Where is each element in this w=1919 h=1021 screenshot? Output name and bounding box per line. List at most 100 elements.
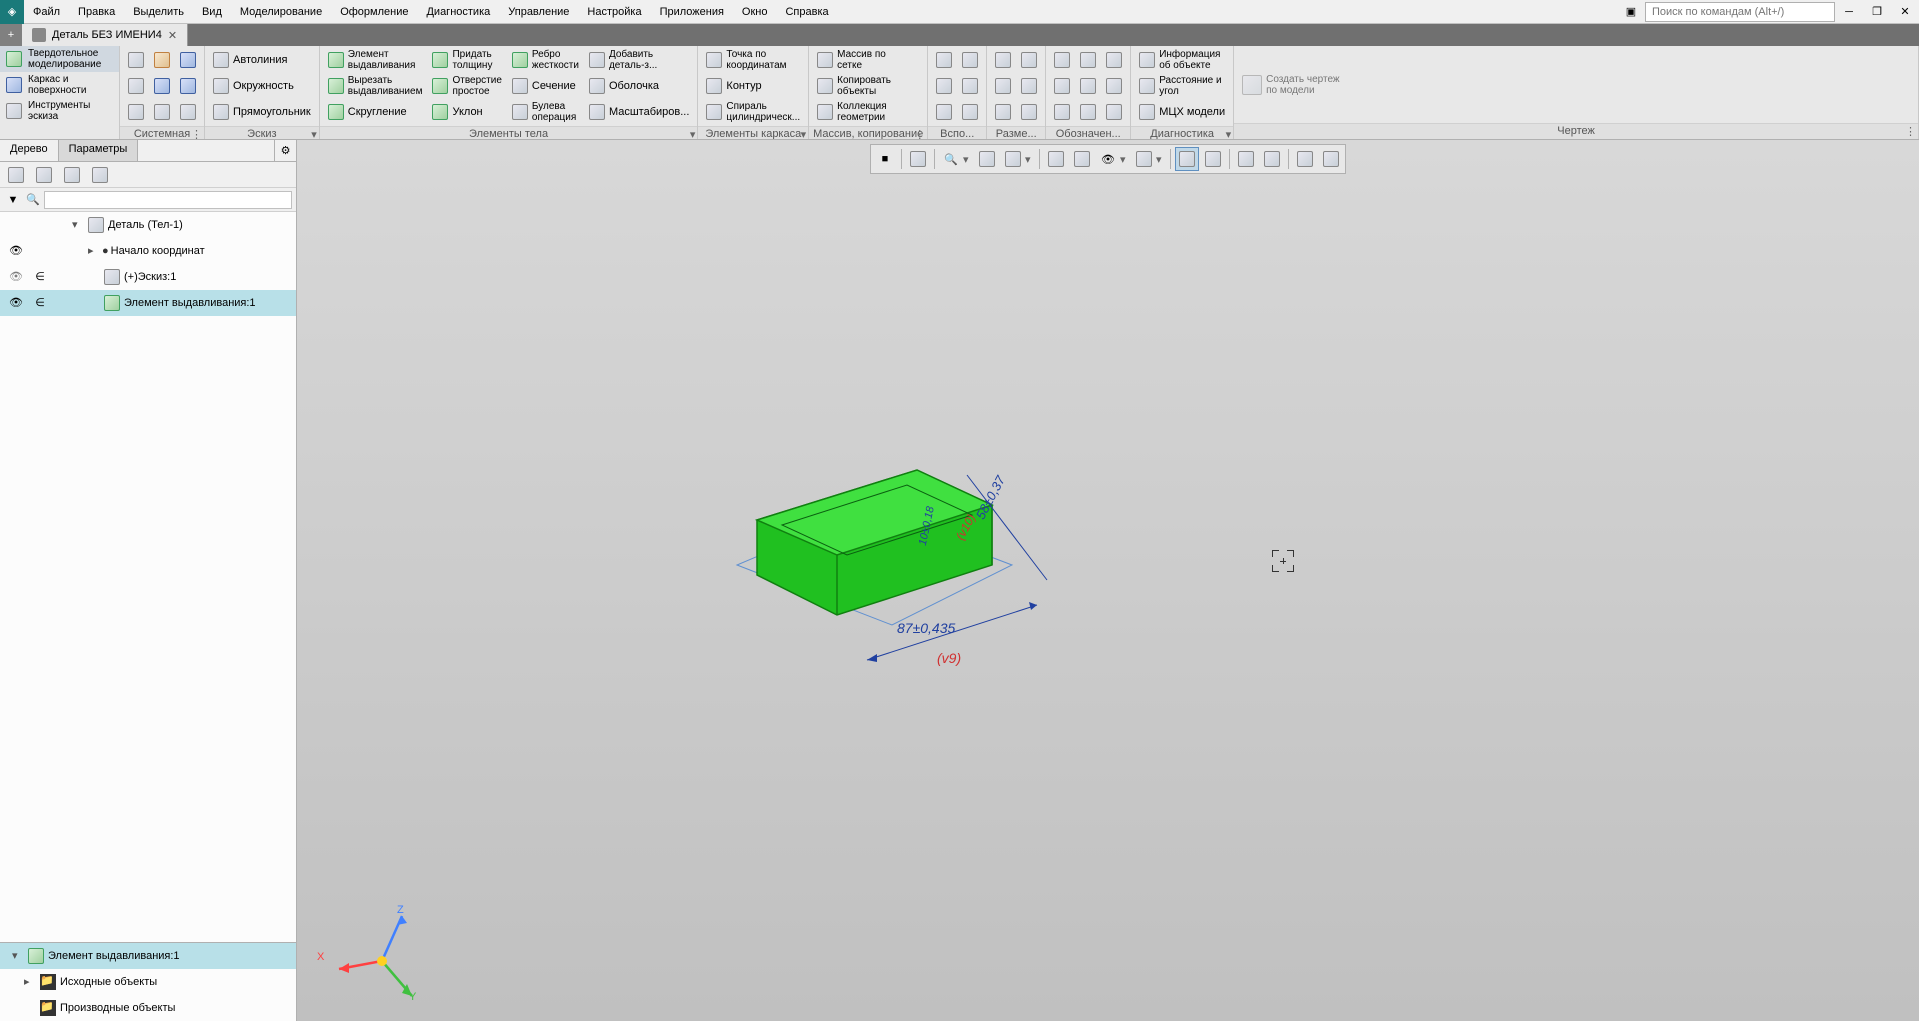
vt-snap[interactable] xyxy=(1175,147,1199,171)
menu-file[interactable]: Файл xyxy=(24,2,69,22)
vt-tool-c[interactable] xyxy=(1293,147,1317,171)
vt-pan[interactable] xyxy=(975,147,999,171)
helix-button[interactable]: Спираль цилиндрическ... xyxy=(702,100,804,124)
tree-row-origin[interactable]: 👁 ▸ ● Начало координат xyxy=(0,238,296,264)
dim-btn-6[interactable] xyxy=(1017,100,1041,124)
cut-extrude-button[interactable]: Вырезать выдавливанием xyxy=(324,74,427,98)
mcx-button[interactable]: МЦХ модели xyxy=(1135,100,1229,124)
tree-tool-1[interactable] xyxy=(4,163,28,187)
des-btn-2[interactable] xyxy=(1050,74,1074,98)
section-label-wire[interactable]: Элементы каркаса▾ xyxy=(698,126,808,139)
contour-button[interactable]: Контур xyxy=(702,74,804,98)
3d-viewport[interactable]: ■ 🔍▾ ▾ 👁▾ ▾ xyxy=(297,140,1919,1021)
vt-stop[interactable]: ■ xyxy=(873,147,897,171)
vt-grid[interactable] xyxy=(1201,147,1225,171)
tree-detail-source[interactable]: ▸ 📁 Исходные объекты xyxy=(0,969,296,995)
des-btn-4[interactable] xyxy=(1076,48,1100,72)
add-part-button[interactable]: Добавить деталь-з... xyxy=(585,48,693,72)
distance-button[interactable]: Расстояние и угол xyxy=(1135,74,1229,98)
vt-zoom[interactable]: 🔍 xyxy=(939,147,963,171)
aux-btn-4[interactable] xyxy=(958,48,982,72)
open-button[interactable] xyxy=(150,48,174,72)
menu-settings[interactable]: Настройка xyxy=(578,2,650,22)
tree-filter-button[interactable]: ▼ xyxy=(4,191,22,209)
menu-apps[interactable]: Приложения xyxy=(651,2,733,22)
menu-manage[interactable]: Управление xyxy=(499,2,578,22)
document-tab[interactable]: Деталь БЕЗ ИМЕНИ4 ✕ xyxy=(22,24,188,46)
panel-tab-tree[interactable]: Дерево xyxy=(0,140,59,161)
panel-settings-button[interactable]: ⚙ xyxy=(274,140,296,161)
section-label-body[interactable]: Элементы тела▾ xyxy=(320,126,698,139)
mode-surface[interactable]: Каркас и поверхности xyxy=(0,72,119,98)
scale-button[interactable]: Масштабиров... xyxy=(585,100,693,124)
menu-view[interactable]: Вид xyxy=(193,2,231,22)
vt-tool-a[interactable] xyxy=(1234,147,1258,171)
menu-diagnostics[interactable]: Диагностика xyxy=(417,2,499,22)
redo-button[interactable] xyxy=(176,74,200,98)
window-close-button[interactable]: ✕ xyxy=(1891,0,1919,24)
aux-btn-2[interactable] xyxy=(932,74,956,98)
mode-sketch[interactable]: Инструменты эскиза xyxy=(0,98,119,124)
rectangle-button[interactable]: Прямоугольник xyxy=(209,100,315,124)
point-coord-button[interactable]: Точка по координатам xyxy=(702,48,804,72)
mode-solid[interactable]: Твердотельное моделирование xyxy=(0,46,119,72)
new-tab-button[interactable]: + xyxy=(0,24,22,46)
des-btn-8[interactable] xyxy=(1102,74,1126,98)
vt-tool-b[interactable] xyxy=(1260,147,1284,171)
rib-button[interactable]: Ребро жесткости xyxy=(508,48,583,72)
tree-detail-derived[interactable]: 📁 Производные объекты xyxy=(0,995,296,1021)
des-btn-9[interactable] xyxy=(1102,100,1126,124)
info-button[interactable]: Информация об объекте xyxy=(1135,48,1229,72)
aux-btn-6[interactable] xyxy=(958,100,982,124)
vt-rotate[interactable] xyxy=(1001,147,1025,171)
collection-button[interactable]: Коллекция геометрии xyxy=(813,100,895,124)
copy-button[interactable] xyxy=(150,100,174,124)
vt-visibility[interactable]: 👁 xyxy=(1096,147,1120,171)
menu-modeling[interactable]: Моделирование xyxy=(231,2,331,22)
create-drawing-button[interactable]: Создать чертеж по модели xyxy=(1238,73,1344,97)
section-label-sketch[interactable]: Эскиз▾ xyxy=(205,126,319,139)
array-grid-button[interactable]: Массив по сетке xyxy=(813,48,895,72)
tree-row-sketch[interactable]: 👁 ∈ (+)Эскиз:1 xyxy=(0,264,296,290)
new-file-button[interactable] xyxy=(124,48,148,72)
vt-render[interactable] xyxy=(1132,147,1156,171)
section-label-diag[interactable]: Диагностика▾ xyxy=(1131,126,1233,139)
menu-window[interactable]: Окно xyxy=(733,2,777,22)
menu-help[interactable]: Справка xyxy=(776,2,837,22)
aux-btn-1[interactable] xyxy=(932,48,956,72)
des-btn-1[interactable] xyxy=(1050,48,1074,72)
window-maximize-button[interactable]: ❐ xyxy=(1863,0,1891,24)
draft-button[interactable]: Уклон xyxy=(428,100,505,124)
layout-toggle-icon[interactable]: ▣ xyxy=(1617,0,1645,24)
tree-tool-3[interactable] xyxy=(60,163,84,187)
thickness-button[interactable]: Придать толщину xyxy=(428,48,505,72)
save-button[interactable] xyxy=(176,48,200,72)
circle-button[interactable]: Окружность xyxy=(209,74,315,98)
visibility-icon[interactable]: 👁 xyxy=(4,296,28,309)
tree-search-input[interactable] xyxy=(44,191,292,209)
aux-btn-3[interactable] xyxy=(932,100,956,124)
undo-button[interactable] xyxy=(150,74,174,98)
des-btn-5[interactable] xyxy=(1076,74,1100,98)
copy-objects-button[interactable]: Копировать объекты xyxy=(813,74,895,98)
menu-edit[interactable]: Правка xyxy=(69,2,124,22)
tool-btn[interactable] xyxy=(124,100,148,124)
visibility-hidden-icon[interactable]: 👁 xyxy=(4,270,28,283)
vt-wireframe[interactable] xyxy=(1070,147,1094,171)
des-btn-6[interactable] xyxy=(1076,100,1100,124)
vt-sketch-plane[interactable] xyxy=(906,147,930,171)
dim-btn-3[interactable] xyxy=(991,100,1015,124)
print-button[interactable] xyxy=(124,74,148,98)
des-btn-7[interactable] xyxy=(1102,48,1126,72)
des-btn-3[interactable] xyxy=(1050,100,1074,124)
menu-layout[interactable]: Оформление xyxy=(331,2,417,22)
dim-btn-4[interactable] xyxy=(1017,48,1041,72)
vt-view-cube[interactable] xyxy=(1044,147,1068,171)
include-icon[interactable]: ∈ xyxy=(28,270,52,283)
tree-tool-4[interactable] xyxy=(88,163,112,187)
dim-btn-5[interactable] xyxy=(1017,74,1041,98)
autoline-button[interactable]: Автолиния xyxy=(209,48,315,72)
aux-btn-5[interactable] xyxy=(958,74,982,98)
fillet-button[interactable]: Скругление xyxy=(324,100,427,124)
dim-btn-2[interactable] xyxy=(991,74,1015,98)
